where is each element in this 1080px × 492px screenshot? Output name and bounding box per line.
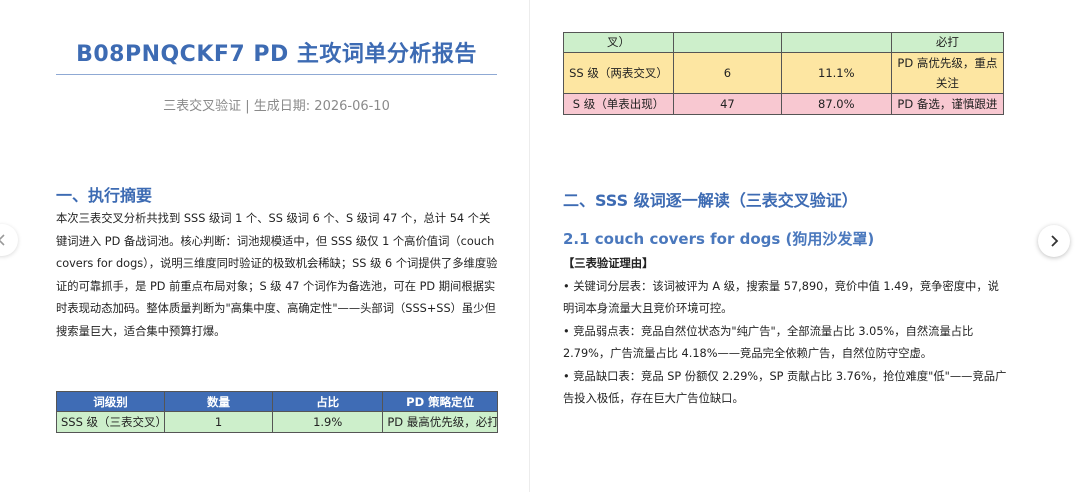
table-row: SSS 级（三表交叉） 1 1.9% PD 最高优先级，必打 [55,411,498,433]
cell-tier: 叉） [563,32,674,53]
list-item: • 关键词分层表：该词被评为 A 级，搜索量 57,890，竞价中值 1.49，… [563,280,999,315]
header-strategy: PD 策略定位 [382,391,498,412]
table-row: S 级（单表出现） 47 87.0% PD 备选，谨慎跟进 [563,93,1005,115]
cell-strategy: PD 最高优先级，必打 [382,411,498,433]
report-page-left: B08PNQCKF7 PD 主攻词单分析报告 三表交叉验证 | 生成日期: 20… [0,0,528,492]
report-subtitle: 三表交叉验证 | 生成日期: 2026-06-10 [163,99,390,114]
page-divider [529,0,530,492]
cell-count: 6 [673,52,782,94]
title-underline [56,74,497,75]
cell-share: 1.9% [272,411,384,433]
header-count: 数量 [164,391,274,412]
table-row: SS 级（两表交叉） 6 11.1% PD 高优先级，重点关注 [563,52,1005,94]
verification-reasons: 【三表验证理由】 • 关键词分层表：该词被评为 A 级，搜索量 57,890，竞… [563,256,1008,411]
summary-heading: 一、执行摘要 [56,186,153,205]
chevron-left-icon [0,234,5,246]
cell-share: 11.1% [780,52,892,94]
section2-subheading: 2.1 couch covers for dogs (狗用沙发罩) [563,230,875,248]
header-share: 占比 [272,391,384,412]
header-tier: 词级别 [55,391,166,412]
report-title: B08PNQCKF7 PD 主攻词单分析报告 [76,42,477,67]
verification-tag: 【三表验证理由】 [563,257,654,270]
chevron-right-icon [1051,235,1059,247]
cell-strategy: 必打 [890,32,1005,53]
cell-count: 47 [673,93,782,115]
cell-count [673,32,782,53]
cell-count: 1 [164,411,274,433]
list-item: • 竞品缺口表：竞品 SP 份额仅 2.29%，SP 贡献占比 3.76%，抢位… [563,370,1007,405]
cell-tier: SS 级（两表交叉） [563,52,674,94]
cell-share [780,32,892,53]
cell-share: 87.0% [780,93,892,115]
tier-table-header: 词级别 数量 占比 PD 策略定位 [55,391,498,412]
cell-tier: S 级（单表出现） [563,93,674,115]
cell-strategy: PD 高优先级，重点关注 [890,52,1005,94]
next-page-button[interactable] [1038,225,1070,257]
cell-tier: SSS 级（三表交叉） [55,411,166,433]
list-item: • 竞品弱点表：竞品自然位状态为"纯广告"，全部流量占比 3.05%，自然流量占… [563,325,974,360]
section2-heading: 二、SSS 级词逐一解读（三表交叉验证） [563,191,858,210]
cell-strategy: PD 备选，谨慎跟进 [890,93,1005,115]
table-row: 叉） 必打 [563,32,1005,53]
summary-paragraph: 本次三表交叉分析共找到 SSS 级词 1 个、SS 级词 6 个、S 级词 47… [56,212,498,338]
tier-table: 词级别 数量 占比 PD 策略定位 SSS 级（三表交叉） 1 1.9% PD … [55,391,498,433]
tier-table-continued: 叉） 必打 SS 级（两表交叉） 6 11.1% PD 高优先级，重点关注 S … [563,32,1005,115]
